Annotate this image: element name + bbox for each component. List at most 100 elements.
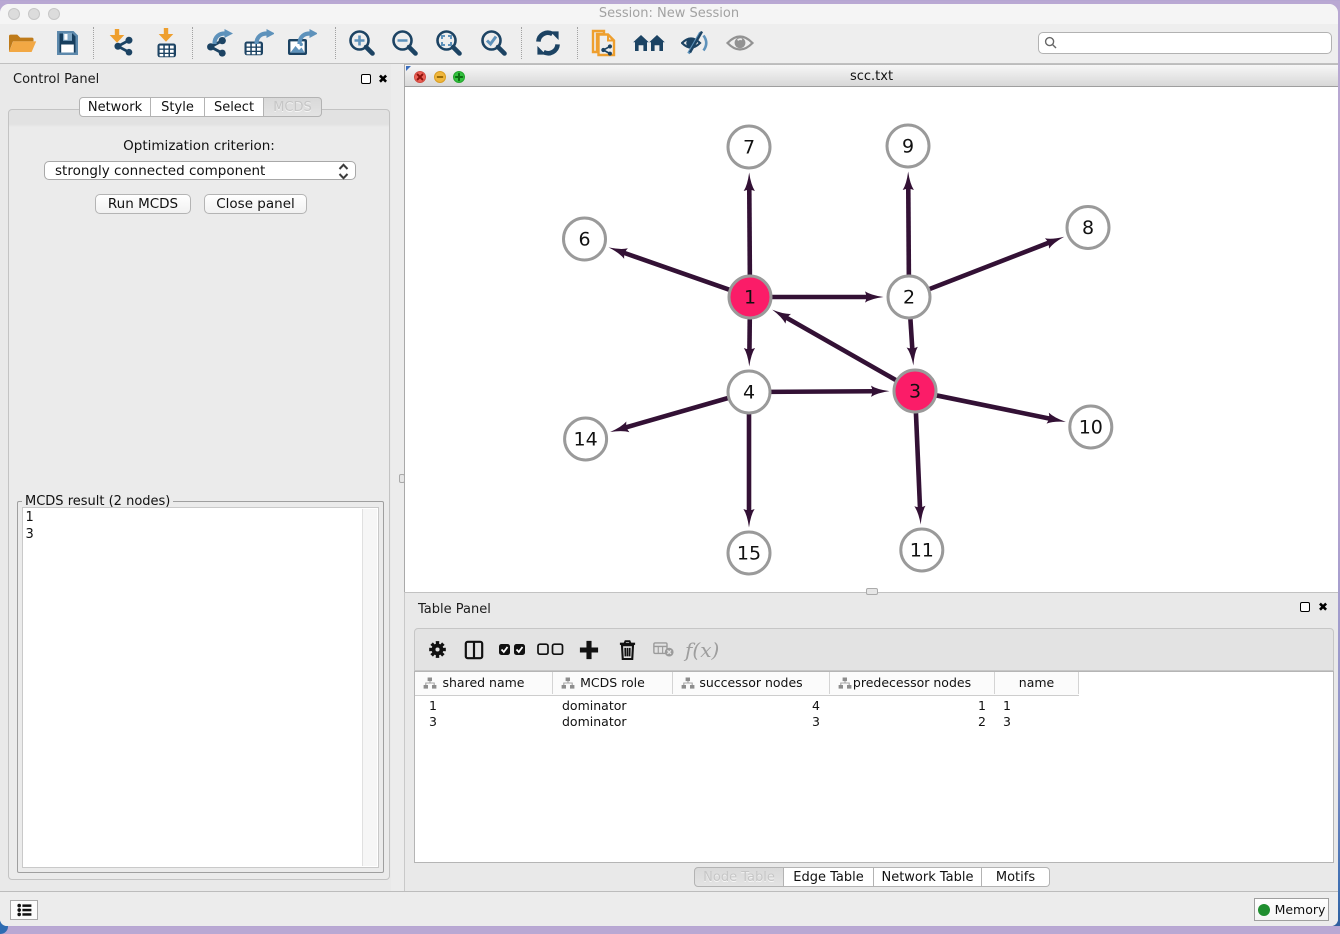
main-toolbar: [0, 24, 1338, 64]
search-box[interactable]: [1038, 32, 1332, 54]
delete-row-button[interactable]: [617, 629, 637, 670]
close-panel-button[interactable]: Close panel: [204, 194, 307, 214]
search-input[interactable]: [1061, 34, 1325, 52]
control-panel: Control Panel ✖ NetworkStyleSelectMCDS O…: [0, 64, 391, 891]
tab-network-table[interactable]: Network Table: [874, 867, 982, 887]
unselect-all-columns-button[interactable]: [537, 629, 564, 670]
table-row[interactable]: 3dominator323: [415, 714, 1079, 730]
edge-3-1[interactable]: [786, 318, 898, 382]
cell-successor-nodes[interactable]: 4: [673, 698, 830, 714]
cell-shared-name[interactable]: 1: [415, 698, 553, 714]
open-file-button[interactable]: [7, 24, 37, 62]
add-column-button[interactable]: [578, 629, 600, 670]
edge-3-11[interactable]: [916, 410, 920, 508]
edge-1-6[interactable]: [624, 253, 732, 291]
edge-1-7[interactable]: [749, 189, 750, 278]
arrowhead-4-3: [871, 386, 890, 397]
column-header-label: successor nodes: [673, 672, 829, 694]
zoom-in-button[interactable]: [348, 24, 376, 62]
tab-style[interactable]: Style: [151, 97, 205, 117]
arrowhead-3-11: [914, 506, 925, 525]
cell-successor-nodes[interactable]: 3: [673, 714, 830, 730]
control-panel-close-button[interactable]: ✖: [378, 74, 388, 84]
save-session-button[interactable]: [55, 24, 79, 62]
table-panel-tabs: Node TableEdge TableNetwork TableMotifs: [694, 867, 1050, 886]
zoom-in-icon: [348, 29, 376, 57]
control-panel-tabs: NetworkStyleSelectMCDS: [79, 97, 322, 117]
import-table-button[interactable]: [152, 24, 180, 62]
column-header-MCDS-role[interactable]: MCDS role: [553, 672, 673, 694]
select-all-columns-icon-svg: [498, 643, 526, 656]
mcds-result-scrollbar[interactable]: [362, 509, 377, 866]
cell-MCDS-role[interactable]: dominator: [553, 714, 673, 730]
hide-panel-button[interactable]: [681, 24, 711, 62]
table-settings-button[interactable]: [427, 629, 447, 670]
open-file-icon: [7, 30, 37, 56]
function-builder-button[interactable]: f(x): [683, 629, 719, 670]
table-row[interactable]: 1dominator411: [415, 698, 1079, 714]
memory-button[interactable]: Memory: [1254, 898, 1329, 921]
tab-select[interactable]: Select: [205, 97, 264, 117]
save-session-icon: [56, 30, 79, 56]
network-window-title: scc.txt: [405, 69, 1338, 84]
import-network-button[interactable]: [108, 24, 137, 62]
cell-predecessor-nodes[interactable]: 2: [830, 714, 995, 730]
horizontal-split-handle[interactable]: [866, 588, 878, 595]
node-label-7: 7: [743, 137, 755, 159]
zoom-out-button[interactable]: [391, 24, 419, 62]
show-panel-button[interactable]: [725, 24, 755, 62]
copy-documents-button[interactable]: [590, 24, 618, 62]
tab-edge-table[interactable]: Edge Table: [784, 867, 874, 887]
task-history-button[interactable]: [10, 900, 38, 920]
mcds-result-list[interactable]: 13: [22, 507, 379, 868]
refresh-button[interactable]: [535, 24, 561, 62]
column-header-label: predecessor nodes: [830, 672, 994, 694]
import-table-icon-svg: [152, 28, 180, 58]
save-session-icon-svg: [56, 30, 79, 56]
cell-shared-name[interactable]: 3: [415, 714, 553, 730]
table-panel-float-button[interactable]: [1300, 602, 1310, 612]
home-networks-button[interactable]: [633, 24, 665, 62]
cell-name[interactable]: 1: [995, 698, 1079, 714]
export-network-icon: [204, 29, 233, 58]
edge-2-9[interactable]: [908, 188, 909, 278]
delete-table-button[interactable]: [651, 629, 675, 670]
zoom-fit-button[interactable]: [435, 24, 463, 62]
column-header-name[interactable]: name: [995, 672, 1079, 694]
column-header-successor-nodes[interactable]: successor nodes: [673, 672, 830, 694]
delete-table-icon-svg: [653, 642, 674, 657]
tab-node-table[interactable]: Node Table: [694, 867, 784, 887]
tree-column-icon: [561, 677, 575, 689]
column-header-predecessor-nodes[interactable]: predecessor nodes: [830, 672, 995, 694]
cell-predecessor-nodes[interactable]: 1: [830, 698, 995, 714]
node-label-2: 2: [903, 287, 915, 309]
edge-4-14[interactable]: [626, 397, 731, 427]
edge-2-3[interactable]: [910, 316, 912, 349]
zoom-selected-button[interactable]: [480, 24, 508, 62]
export-image-icon: [287, 29, 317, 58]
split-columns-button[interactable]: [463, 629, 485, 670]
select-all-columns-button[interactable]: [498, 629, 526, 670]
column-header-shared-name[interactable]: shared name: [415, 672, 553, 694]
table-panel-close-button[interactable]: ✖: [1318, 602, 1328, 612]
zoom-fit-icon: [435, 29, 463, 57]
app-window: Session: New Session: [0, 4, 1338, 926]
node-label-6: 6: [578, 229, 590, 251]
edge-4-3[interactable]: [768, 391, 873, 392]
network-canvas[interactable]: 1234678910111415: [404, 87, 1338, 592]
export-network-button[interactable]: [204, 24, 233, 62]
arrowhead-2-3: [907, 347, 918, 366]
control-panel-float-button[interactable]: [361, 74, 371, 84]
edge-3-10[interactable]: [934, 395, 1050, 419]
vertical-split-handle[interactable]: [399, 474, 405, 483]
run-mcds-button[interactable]: Run MCDS: [95, 194, 191, 214]
criterion-select[interactable]: strongly connected component: [44, 161, 356, 180]
tab-mcds[interactable]: MCDS: [264, 97, 322, 117]
tab-motifs[interactable]: Motifs: [982, 867, 1050, 887]
cell-name[interactable]: 3: [995, 714, 1079, 730]
cell-MCDS-role[interactable]: dominator: [553, 698, 673, 714]
tab-network[interactable]: Network: [79, 97, 151, 117]
edge-2-8[interactable]: [927, 243, 1049, 290]
export-table-button[interactable]: [244, 24, 274, 62]
export-image-button[interactable]: [287, 24, 317, 62]
